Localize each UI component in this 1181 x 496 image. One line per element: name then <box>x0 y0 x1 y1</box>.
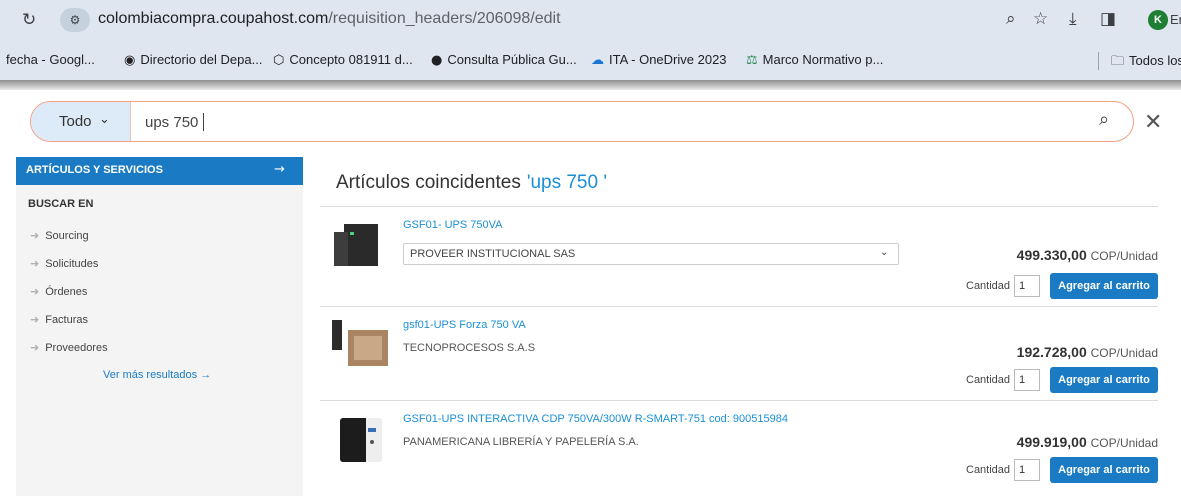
profile-avatar[interactable]: K <box>1148 10 1168 30</box>
bookmark-item[interactable]: ● Consulta Pública Gu... <box>431 52 577 68</box>
emblem-icon: ⬡ <box>273 53 285 68</box>
product-name-link[interactable]: GSF01-UPS INTERACTIVA CDP 750VA/300W R-S… <box>403 413 788 425</box>
product-row: GSF01-UPS INTERACTIVA CDP 750VA/300W R-S… <box>320 404 1158 496</box>
chevron-down-icon: ⌄ <box>99 112 110 127</box>
reload-icon[interactable]: ↻ <box>22 10 36 30</box>
sidebar-header-label: ARTÍCULOS Y SERVICIOS <box>26 164 163 176</box>
star-icon[interactable]: ☆ <box>1033 9 1048 29</box>
ups-image[interactable] <box>330 218 390 270</box>
search-icon[interactable]: ⌕ <box>1099 109 1109 130</box>
divider <box>320 400 1158 401</box>
product-name-link[interactable]: GSF01- UPS 750VA <box>403 219 502 231</box>
page-title: Artículos coincidentes'ups 750 ' <box>336 172 607 193</box>
quantity-input[interactable] <box>1014 369 1040 391</box>
quantity-input[interactable] <box>1014 275 1040 297</box>
sidebar-item-solicitudes[interactable]: ➜ Solicitudes <box>30 257 98 270</box>
bookmark-item[interactable]: fecha - Googl... <box>6 52 95 67</box>
search-in-heading: BUSCAR EN <box>28 198 94 210</box>
supplier-select[interactable]: PROVEER INSTITUCIONAL SAS ⌄ <box>403 243 899 265</box>
product-price: 499.330,00 COP/Unidad <box>1016 247 1158 263</box>
seal-icon: ◉ <box>124 53 136 68</box>
download-icon[interactable]: ⤓ <box>1069 9 1077 29</box>
bookmark-item[interactable]: ⚖ Marco Normativo p... <box>746 52 883 68</box>
arrow-right-icon: → <box>274 162 285 177</box>
all-bookmarks[interactable]: 🗀Todos los m <box>1111 52 1181 74</box>
arrow-right-icon: ➜ <box>30 229 40 242</box>
bookmark-separator <box>1098 52 1099 70</box>
magnifier-icon[interactable]: ⌕ <box>1006 9 1016 29</box>
add-to-cart-button[interactable]: Agregar al carrito <box>1050 367 1158 393</box>
profile-label: Er <box>1170 12 1181 27</box>
ups-image[interactable] <box>330 318 390 370</box>
product-name-link[interactable]: gsf01-UPS Forza 750 VA <box>403 319 526 331</box>
ups-image[interactable] <box>330 412 390 464</box>
supplier-name: TECNOPROCESOS S.A.S <box>403 342 536 354</box>
sidebar-item-proveedores[interactable]: ➜ Proveedores <box>30 341 108 354</box>
tune-icon[interactable]: ⚙ <box>60 8 90 32</box>
supplier-select-value: PROVEER INSTITUCIONAL SAS <box>410 248 576 260</box>
product-row: gsf01-UPS Forza 750 VA TECNOPROCESOS S.A… <box>320 310 1158 406</box>
more-results-link[interactable]: Ver más resultados → <box>103 369 211 381</box>
add-to-cart-button[interactable]: Agregar al carrito <box>1050 273 1158 299</box>
query-label: 'ups 750 ' <box>526 172 607 193</box>
scope-label: Todo <box>59 113 92 130</box>
bookmarks-bar: fecha - Googl... ◉ Directorio del Depa...… <box>0 40 1181 80</box>
sidebar: ARTÍCULOS Y SERVICIOS → BUSCAR EN ➜ Sourc… <box>16 157 303 496</box>
product-price: 499.919,00 COP/Unidad <box>1016 434 1158 450</box>
page-shadow <box>0 80 1181 90</box>
quantity-label: Cantidad <box>966 464 1011 476</box>
sidebar-item-facturas[interactable]: ➜ Facturas <box>30 313 88 326</box>
supplier-name: PANAMERICANA LIBRERÍA Y PAPELERÍA S.A. <box>403 436 639 448</box>
add-to-cart-button[interactable]: Agregar al carrito <box>1050 457 1158 483</box>
url-host: colombiacompra.coupahost.com <box>98 10 329 27</box>
divider <box>320 206 1158 207</box>
bookmark-item[interactable]: ☁ ITA - OneDrive 2023 <box>591 52 727 68</box>
scales-icon: ⚖ <box>746 53 758 68</box>
product-price: 192.728,00 COP/Unidad <box>1016 344 1158 360</box>
scope-dropdown[interactable]: Todo ⌄ <box>31 102 131 141</box>
quantity-label: Cantidad <box>966 280 1011 292</box>
arrow-right-icon: ➜ <box>30 285 40 298</box>
quantity-label: Cantidad <box>966 374 1011 386</box>
arrow-right-icon: ➜ <box>30 257 40 270</box>
bookmark-item[interactable]: ⬡ Concepto 081911 d... <box>273 52 413 68</box>
text-caret <box>203 113 204 131</box>
sidebar-item-sourcing[interactable]: ➜ Sourcing <box>30 229 89 242</box>
close-icon[interactable]: ✕ <box>1144 110 1162 135</box>
sidebar-item-ordenes[interactable]: ➜ Órdenes <box>30 285 87 298</box>
address-bar[interactable]: colombiacompra.coupahost.com/requisition… <box>98 10 561 28</box>
sidebar-header[interactable]: ARTÍCULOS Y SERVICIOS → <box>16 157 303 185</box>
search-input[interactable] <box>145 110 1085 134</box>
side-panel-icon[interactable]: ◨ <box>1100 9 1116 29</box>
folder-icon: 🗀 <box>1111 54 1125 69</box>
divider <box>320 306 1158 307</box>
globe-icon: ● <box>431 53 443 68</box>
browser-toolbar: ↻ ⚙ colombiacompra.coupahost.com/requisi… <box>0 0 1181 40</box>
quantity-input[interactable] <box>1014 459 1040 481</box>
url-path: /requisition_headers/206098/edit <box>328 10 561 27</box>
cloud-icon: ☁ <box>591 53 604 68</box>
search-bar: Todo ⌄ ⌕ <box>30 101 1134 142</box>
arrow-right-icon: ➜ <box>30 313 40 326</box>
chevron-down-icon: ⌄ <box>880 247 889 258</box>
bookmark-item[interactable]: ◉ Directorio del Depa... <box>124 52 262 68</box>
product-row: GSF01- UPS 750VA PROVEER INSTITUCIONAL S… <box>320 210 1158 306</box>
arrow-right-icon: ➜ <box>30 341 40 354</box>
